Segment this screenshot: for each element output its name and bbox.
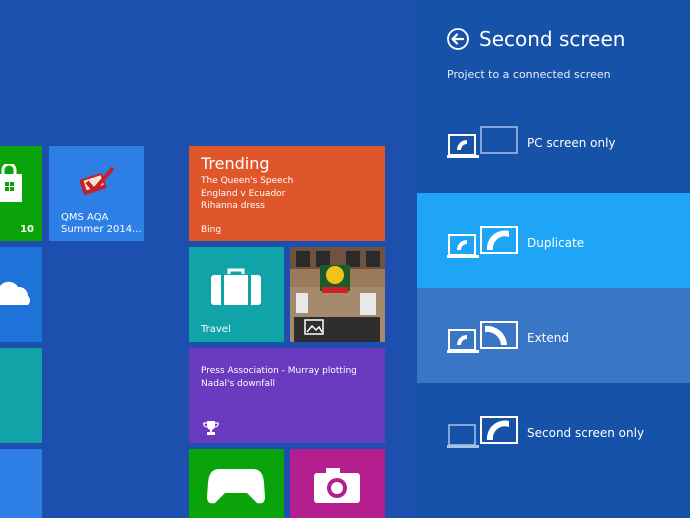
camera-icon [314,468,360,503]
tile-xbox-games[interactable] [189,449,284,518]
store-badge-count: 10 [20,224,34,235]
option-label: PC screen only [527,136,616,150]
option-label: Extend [527,331,569,345]
photos-icon [304,319,324,335]
start-screen: 10 QMS AQA Summer 2014... Trending The Q… [0,0,417,518]
tile-travel[interactable]: Travel [189,247,284,342]
tile-qms-label: QMS AQA Summer 2014... [61,212,142,236]
qms-label-line1: QMS AQA [61,212,109,223]
xbox-controller-icon [207,469,265,504]
second-screen-pane: Second screen Project to a connected scr… [417,0,690,518]
trophy-icon [203,421,219,435]
qms-label-line2: Summer 2014... [61,224,142,235]
trending-items: The Queen's Speech England v Ecuador Rih… [201,175,293,213]
pane-subtitle: Project to a connected screen [447,68,611,81]
tile-travel-label: Travel [201,324,231,335]
tile-teal[interactable] [0,348,42,443]
duplicate-icon [447,226,518,258]
trending-item: Rihanna dress [201,201,265,211]
pane-title: Second screen [479,27,626,51]
pc-screen-only-icon [447,126,518,158]
extend-icon [447,321,518,353]
tile-news[interactable]: Press Association - Murray plotting Nada… [189,348,385,443]
tile-store[interactable]: 10 [0,146,42,241]
trending-item: England v Ecuador [201,188,286,199]
option-extend[interactable]: Extend [417,288,690,383]
tile-camera[interactable] [290,449,385,518]
tile-qms-aqa[interactable]: QMS AQA Summer 2014... [49,146,144,241]
option-duplicate[interactable]: Duplicate [417,193,690,288]
trending-title: Trending [201,154,270,173]
store-bag-icon [0,164,22,202]
tile-blue[interactable] [0,449,42,518]
option-label: Second screen only [527,426,645,440]
tile-photos[interactable] [290,247,385,342]
trending-item: The Queen's Speech [201,176,294,186]
qms-tick-icon [79,166,115,195]
second-screen-only-icon [447,416,518,448]
suitcase-icon [211,268,261,305]
option-label: Duplicate [527,236,585,250]
back-arrow-icon[interactable] [447,28,469,50]
trending-source: Bing [201,225,222,235]
option-second-screen-only[interactable]: Second screen only [417,383,690,478]
tile-skydrive[interactable] [0,247,42,342]
option-pc-screen-only[interactable]: PC screen only [417,93,690,188]
news-headline: Press Association - Murray plotting Nada… [201,366,357,389]
tile-bing-trending[interactable]: Trending The Queen's Speech England v Ec… [189,146,385,241]
cloud-icon [0,281,30,305]
